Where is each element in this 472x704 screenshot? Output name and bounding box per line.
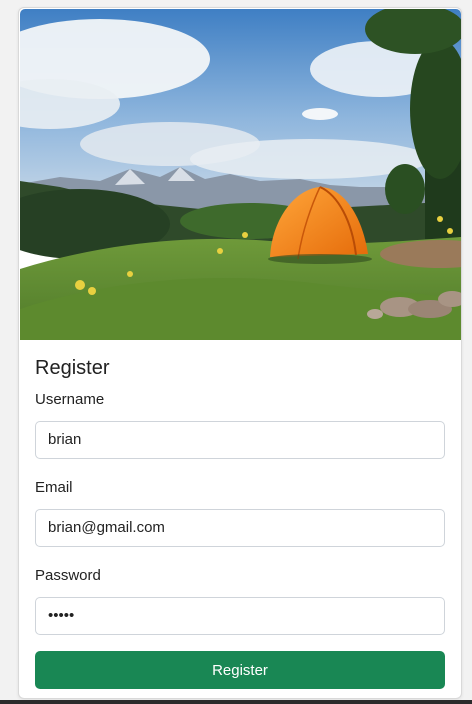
password-label: Password (35, 567, 101, 584)
hero-image (20, 9, 461, 340)
register-card: Register Username brian Email brian@gmai… (18, 7, 462, 699)
username-label: Username (35, 391, 105, 408)
email-label: Email (35, 479, 73, 496)
username-field[interactable]: brian (35, 421, 445, 459)
password-field[interactable]: ••••• (35, 597, 445, 635)
taskbar-strip (0, 700, 472, 704)
email-field[interactable]: brian@gmail.com (35, 509, 445, 547)
form-title: Register (35, 357, 110, 379)
register-form: Register Username brian Email brian@gmai… (35, 353, 445, 689)
register-button[interactable]: Register (35, 651, 445, 689)
